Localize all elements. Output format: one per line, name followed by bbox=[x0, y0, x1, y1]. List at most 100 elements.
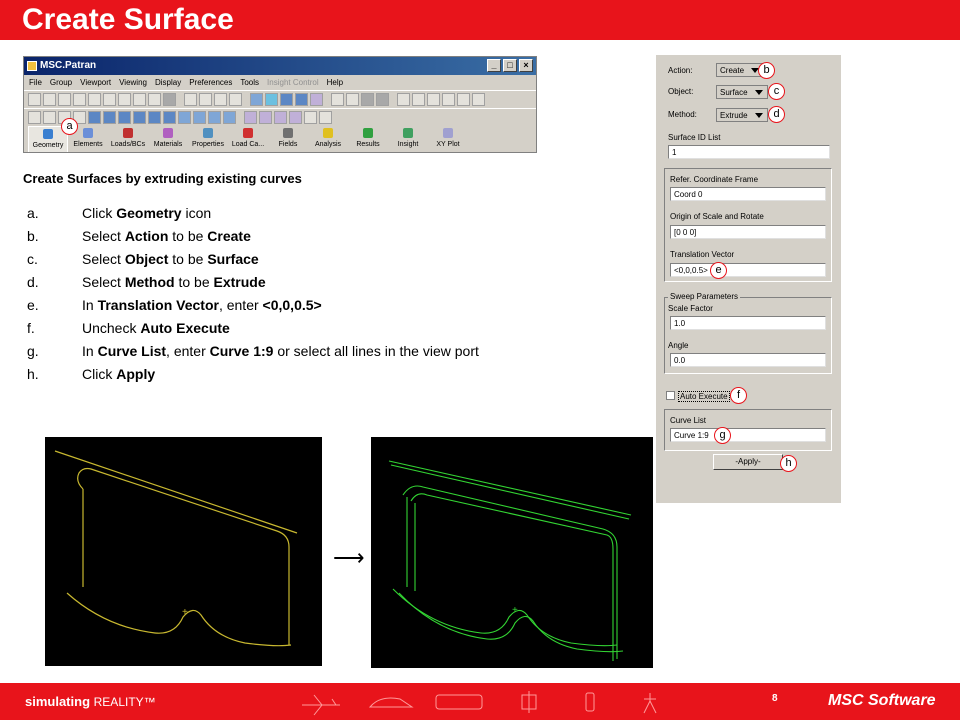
action-label: Action: bbox=[668, 66, 693, 75]
rotate-z-icon[interactable] bbox=[274, 111, 287, 124]
app-materials[interactable]: Materials bbox=[148, 126, 188, 152]
coord-frame-label: Refer. Coordinate Frame bbox=[670, 175, 759, 184]
fit-view-icon[interactable] bbox=[199, 93, 212, 106]
polygon-pick-icon[interactable] bbox=[472, 93, 485, 106]
view-settings-icon[interactable] bbox=[214, 93, 227, 106]
app-analysis[interactable]: Analysis bbox=[308, 126, 348, 152]
rectangle-pick-icon[interactable] bbox=[427, 93, 440, 106]
step-mark: e. bbox=[27, 297, 39, 313]
app-results[interactable]: Results bbox=[348, 126, 388, 152]
coord-frame-field[interactable]: Coord 0 bbox=[670, 187, 826, 201]
zoom-in-icon[interactable] bbox=[304, 111, 317, 124]
angle-label: Angle bbox=[668, 341, 689, 350]
rear-view-icon[interactable] bbox=[103, 111, 116, 124]
menu-insight-control[interactable]: Insight Control bbox=[267, 78, 319, 87]
front-view-icon[interactable] bbox=[88, 111, 101, 124]
app-xy-plot[interactable]: XY Plot bbox=[428, 126, 468, 152]
menu-preferences[interactable]: Preferences bbox=[189, 78, 232, 87]
menu-viewing[interactable]: Viewing bbox=[119, 78, 147, 87]
menu-display[interactable]: Display bbox=[155, 78, 181, 87]
iso1-view-icon[interactable] bbox=[178, 111, 191, 124]
title-bar: Create Surface bbox=[0, 0, 960, 40]
plot-erase-icon[interactable] bbox=[163, 93, 176, 106]
app-load-cases[interactable]: Load Ca... bbox=[228, 126, 268, 152]
iso2-view-icon[interactable] bbox=[193, 111, 206, 124]
menu-viewport[interactable]: Viewport bbox=[80, 78, 111, 87]
step-mark: g. bbox=[27, 343, 39, 359]
copy-icon[interactable] bbox=[88, 93, 101, 106]
app-loads-label: Loads/BCs bbox=[110, 141, 146, 148]
left-view-icon[interactable] bbox=[148, 111, 161, 124]
origin-field[interactable]: [0 0 0] bbox=[670, 225, 826, 239]
bottom-view-icon[interactable] bbox=[133, 111, 146, 124]
surface-id-field[interactable]: 1 bbox=[668, 145, 830, 159]
app-loads-bcs[interactable]: Loads/BCs bbox=[108, 126, 148, 152]
curve-list-field[interactable]: Curve 1:9 bbox=[670, 428, 826, 442]
curve-pick-icon[interactable] bbox=[412, 93, 425, 106]
print-icon[interactable] bbox=[73, 93, 86, 106]
method-select[interactable]: Extrude bbox=[716, 108, 768, 122]
entity-color-icon[interactable] bbox=[376, 93, 389, 106]
action-select[interactable]: Create bbox=[716, 63, 764, 77]
background-icon[interactable] bbox=[361, 93, 374, 106]
line-pick-icon[interactable] bbox=[442, 93, 455, 106]
new-file-icon[interactable] bbox=[28, 93, 41, 106]
scale-factor-field[interactable]: 1.0 bbox=[670, 316, 826, 330]
angle-field[interactable]: 0.0 bbox=[670, 353, 826, 367]
app-fields-label: Fields bbox=[278, 141, 298, 148]
step-mark: h. bbox=[27, 366, 39, 382]
pick-arrow-icon[interactable] bbox=[397, 93, 410, 106]
app-fields[interactable]: Fields bbox=[268, 126, 308, 152]
show-icon[interactable] bbox=[346, 93, 359, 106]
patran-toolbar-2 bbox=[24, 108, 536, 126]
close-button[interactable]: × bbox=[519, 59, 533, 72]
xy-plot-icon bbox=[443, 128, 453, 138]
view-corners-icon[interactable] bbox=[184, 93, 197, 106]
msc-logo: MSC Software bbox=[828, 692, 936, 709]
hidden-line-icon[interactable] bbox=[265, 93, 278, 106]
callout-a: a bbox=[61, 118, 78, 135]
steps-list: a. Click Geometry icon b. Select Action to… bbox=[27, 205, 527, 389]
person-icon bbox=[643, 693, 657, 714]
app-properties[interactable]: Properties bbox=[188, 126, 228, 152]
translation-vector-field[interactable]: <0,0,0.5> bbox=[670, 263, 826, 277]
rotate-x-icon[interactable] bbox=[244, 111, 257, 124]
app-analysis-label: Analysis bbox=[314, 141, 342, 148]
step-mark: f. bbox=[27, 320, 35, 336]
home-icon[interactable] bbox=[28, 111, 41, 124]
top-view-icon[interactable] bbox=[118, 111, 131, 124]
menu-tools[interactable]: Tools bbox=[240, 78, 259, 87]
iso4-view-icon[interactable] bbox=[223, 111, 236, 124]
origin-marker: + bbox=[512, 605, 518, 616]
menu-file[interactable]: File bbox=[29, 78, 42, 87]
app-insight[interactable]: Insight bbox=[388, 126, 428, 152]
menu-group[interactable]: Group bbox=[50, 78, 72, 87]
train-icon bbox=[435, 694, 483, 710]
rotate-y-icon[interactable] bbox=[259, 111, 272, 124]
cross-pick-icon[interactable] bbox=[457, 93, 470, 106]
iso3-view-icon[interactable] bbox=[208, 111, 221, 124]
save-icon[interactable] bbox=[58, 93, 71, 106]
zoom-out-icon[interactable] bbox=[319, 111, 332, 124]
abort-icon[interactable] bbox=[118, 93, 131, 106]
transparency-icon[interactable] bbox=[310, 93, 323, 106]
wireframe-icon[interactable] bbox=[250, 93, 263, 106]
open-file-icon[interactable] bbox=[43, 93, 56, 106]
solid-icon[interactable] bbox=[295, 93, 308, 106]
reset-graphics-icon[interactable] bbox=[133, 93, 146, 106]
undo-icon[interactable] bbox=[103, 93, 116, 106]
label-icon[interactable] bbox=[331, 93, 344, 106]
maximize-button[interactable]: □ bbox=[503, 59, 517, 72]
object-select[interactable]: Surface bbox=[716, 85, 768, 99]
menu-help[interactable]: Help bbox=[327, 78, 343, 87]
pan-icon[interactable] bbox=[289, 111, 302, 124]
target-icon[interactable] bbox=[43, 111, 56, 124]
refresh-icon[interactable] bbox=[148, 93, 161, 106]
apply-button[interactable]: -Apply- bbox=[713, 454, 783, 470]
smooth-shade-icon[interactable] bbox=[280, 93, 293, 106]
rotate-view-icon[interactable] bbox=[229, 93, 242, 106]
car-icon bbox=[368, 697, 414, 708]
auto-execute-checkbox[interactable] bbox=[666, 391, 675, 400]
minimize-button[interactable]: _ bbox=[487, 59, 501, 72]
right-view-icon[interactable] bbox=[163, 111, 176, 124]
